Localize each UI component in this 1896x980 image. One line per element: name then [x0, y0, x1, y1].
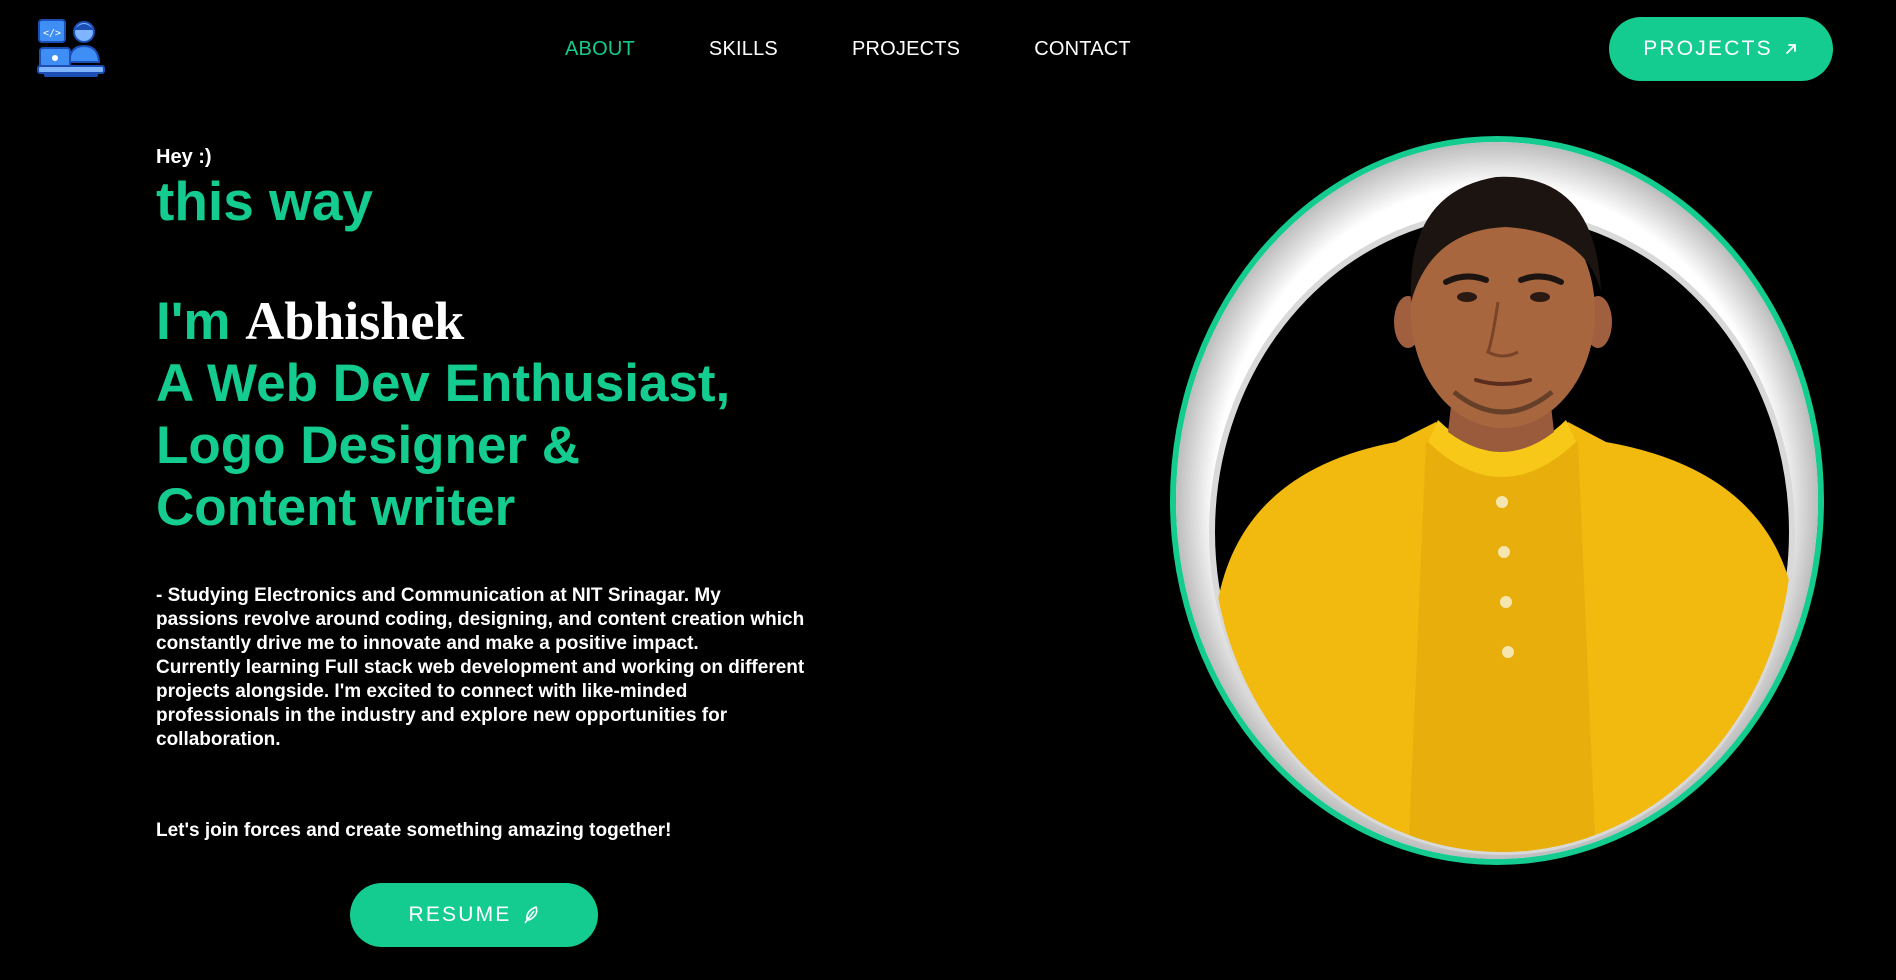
nav-projects[interactable]: PROJECTS — [852, 38, 960, 61]
nav-skills[interactable]: SKILLS — [709, 38, 778, 61]
bio-paragraph-1: - Studying Electronics and Communication… — [156, 585, 805, 654]
intro-im: I'm — [156, 292, 231, 351]
nav-contact[interactable]: CONTACT — [1034, 38, 1131, 61]
resume-button-label: RESUME — [408, 903, 512, 926]
developer-logo-icon[interactable]: </> — [36, 16, 106, 80]
intro-heading: I'm Abhishek A Web Dev Enthusiast, Logo … — [156, 290, 730, 539]
cta-text: Let's join forces and create something a… — [156, 820, 672, 841]
intro-name: Abhishek — [245, 291, 465, 351]
nav-about[interactable]: ABOUT — [565, 38, 635, 61]
resume-button[interactable]: RESUME — [350, 883, 598, 947]
projects-button[interactable]: PROJECTS — [1609, 17, 1833, 81]
role-line-3: Content writer — [156, 478, 516, 537]
svg-text:</>: </> — [43, 28, 61, 39]
intro-name-line: I'm Abhishek — [156, 290, 730, 353]
portfolio-page: </> ABOUT SKILLS PROJECTS CONTACT PROJEC… — [0, 0, 1896, 980]
typed-headline: this way — [156, 170, 374, 232]
role-line-1: A Web Dev Enthusiast, — [156, 354, 731, 413]
greeting-text: Hey :) — [156, 146, 212, 168]
main-nav: ABOUT SKILLS PROJECTS CONTACT — [565, 38, 1131, 61]
arrow-up-right-icon — [1783, 41, 1799, 57]
bio-text: - Studying Electronics and Communication… — [156, 584, 806, 752]
projects-button-label: PROJECTS — [1643, 37, 1773, 60]
profile-photo — [1170, 136, 1824, 865]
role-line-2: Logo Designer & — [156, 416, 581, 475]
bio-paragraph-2: Currently learning Full stack web develo… — [156, 657, 805, 750]
feather-pen-icon — [522, 905, 540, 925]
